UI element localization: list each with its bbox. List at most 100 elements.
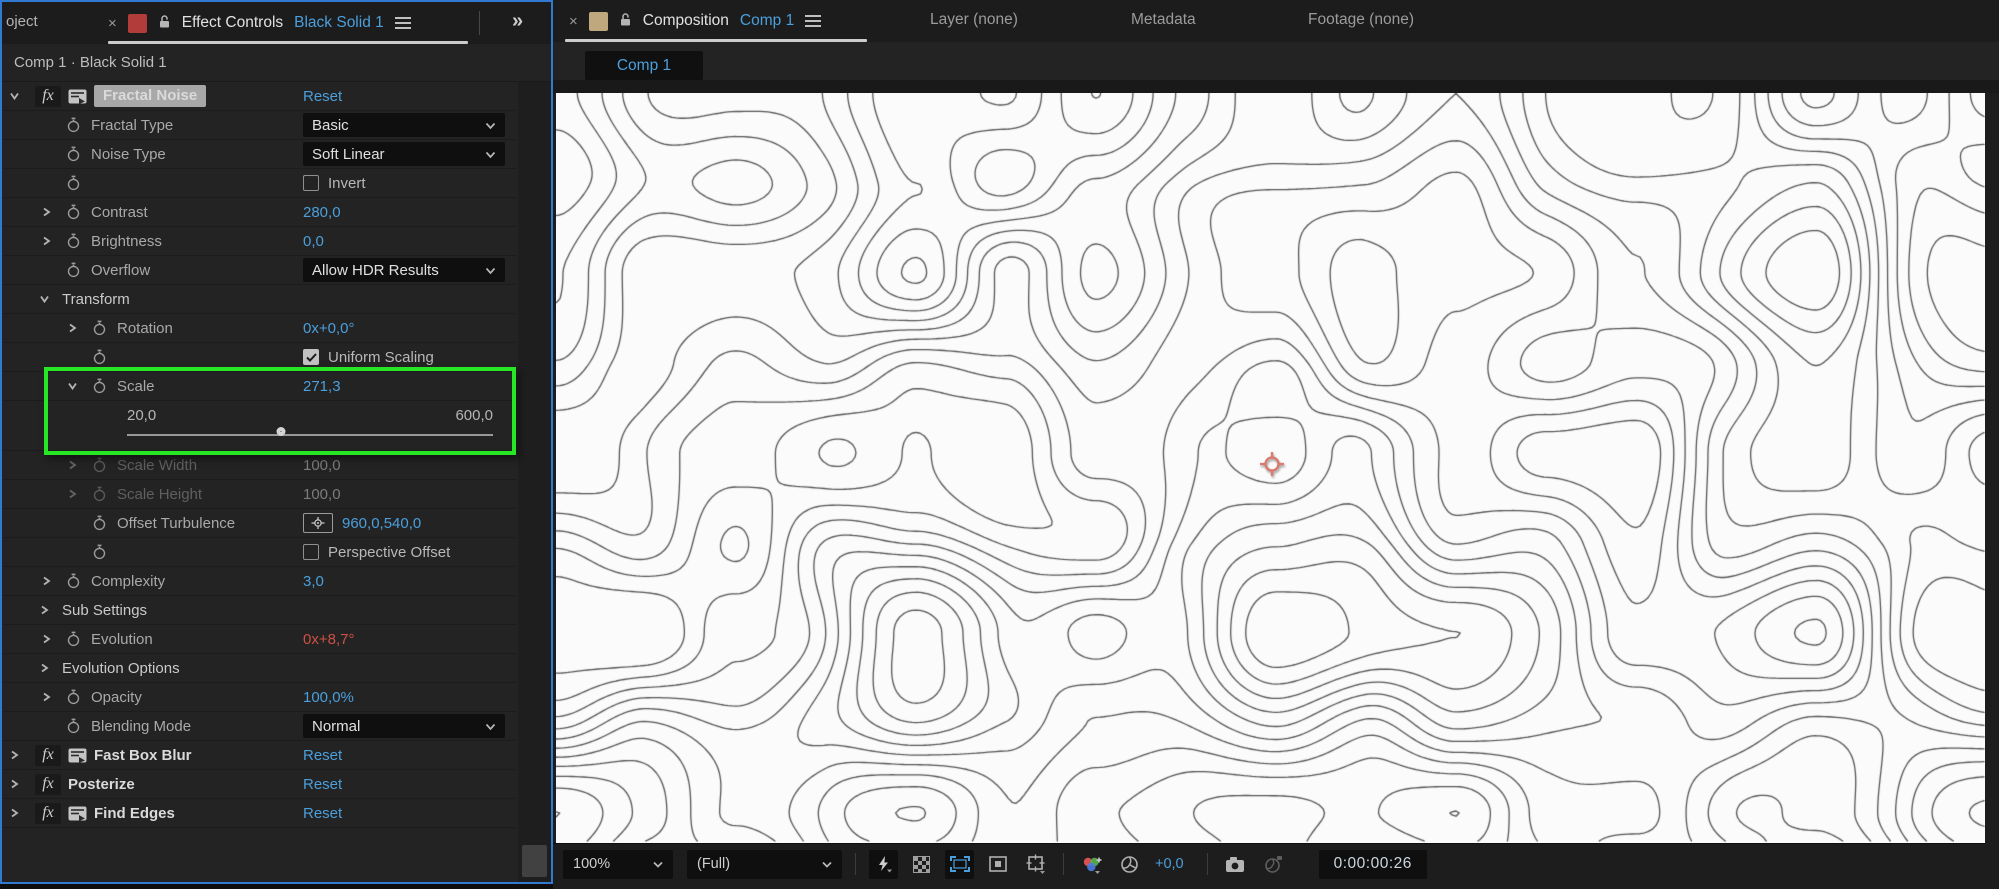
group-label[interactable]: Evolution Options (62, 660, 180, 677)
stopwatch-icon[interactable] (66, 233, 82, 249)
show-snapshot-icon[interactable] (1259, 850, 1288, 879)
tab-effect-controls[interactable]: × Effect Controls Black Solid 1 (108, 2, 411, 44)
property-row[interactable]: Perspective Offset (2, 538, 516, 567)
property-value[interactable]: 0x+0,0° (303, 320, 354, 337)
stopwatch-icon[interactable] (66, 175, 82, 191)
checkbox[interactable] (303, 349, 319, 365)
checkbox[interactable] (303, 544, 319, 560)
lock-icon[interactable] (619, 12, 632, 31)
expander-icon[interactable] (10, 776, 19, 793)
property-row[interactable]: Complexity 3,0 (2, 567, 516, 596)
property-value[interactable]: 100,0 (303, 457, 341, 474)
property-row[interactable]: Overflow Allow HDR Results (2, 256, 516, 285)
show-channels-icon[interactable] (1077, 850, 1106, 879)
group-row[interactable]: Transform (2, 285, 516, 314)
property-row[interactable]: Noise Type Soft Linear (2, 140, 516, 169)
stopwatch-icon[interactable] (92, 486, 108, 502)
property-row[interactable]: Contrast 280,0 (2, 198, 516, 227)
effect-name[interactable]: Fast Box Blur (94, 747, 192, 764)
stopwatch-icon[interactable] (66, 117, 82, 133)
scrollbar-track[interactable] (518, 82, 551, 882)
effect-row[interactable]: fx Fractal Noise Reset (2, 82, 516, 111)
group-row[interactable]: Sub Settings (2, 596, 516, 625)
reset-link[interactable]: Reset (303, 88, 342, 105)
property-row[interactable]: Brightness 0,0 (2, 227, 516, 256)
property-row[interactable]: Blending Mode Normal (2, 712, 516, 741)
property-row[interactable]: Scale Height 100,0 (2, 480, 516, 509)
snapshot-icon[interactable] (1221, 850, 1250, 879)
stopwatch-icon[interactable] (92, 320, 108, 336)
property-row[interactable]: Fractal Type Basic (2, 111, 516, 140)
expander-icon[interactable] (68, 486, 77, 503)
property-value[interactable]: 0x+8,7° (303, 631, 354, 648)
expander-icon[interactable] (42, 689, 51, 706)
expander-icon[interactable] (40, 602, 49, 619)
stopwatch-icon[interactable] (92, 544, 108, 560)
region-of-interest-icon[interactable] (945, 849, 974, 879)
control-point-button[interactable] (303, 513, 333, 533)
panel-menu-icon[interactable] (805, 15, 822, 27)
property-value[interactable]: 960,0,540,0 (342, 515, 421, 532)
expander-icon[interactable] (40, 660, 49, 677)
property-value[interactable]: 100,0 (303, 486, 341, 503)
group-row[interactable]: Evolution Options (2, 654, 516, 683)
property-row[interactable]: Invert (2, 169, 516, 198)
reset-link[interactable]: Reset (303, 747, 342, 764)
comp-1-tab[interactable]: Comp 1 (585, 51, 703, 80)
checkbox[interactable] (303, 175, 319, 191)
scrollbar-thumb[interactable] (522, 845, 547, 877)
expander-icon[interactable] (68, 457, 77, 474)
effect-name[interactable]: Fractal Noise (94, 85, 207, 107)
stopwatch-icon[interactable] (92, 515, 108, 531)
resolution-dropdown[interactable]: (Full) (687, 849, 842, 879)
expander-icon[interactable] (42, 204, 51, 221)
effect-row[interactable]: fx Fast Box Blur Reset (2, 741, 516, 770)
effect-control-point[interactable] (1259, 451, 1285, 477)
effect-name[interactable]: Posterize (68, 776, 135, 793)
expander-icon[interactable] (10, 747, 19, 764)
expander-icon[interactable] (42, 631, 51, 648)
close-icon[interactable]: × (569, 14, 578, 29)
property-row[interactable]: Scale Width 100,0 (2, 451, 516, 480)
transparency-grid-icon[interactable] (907, 850, 936, 879)
stopwatch-icon[interactable] (66, 262, 82, 278)
more-panels-icon[interactable]: » (512, 10, 523, 33)
expander-icon[interactable] (42, 233, 51, 250)
tab-composition[interactable]: × Composition Comp 1 (569, 0, 822, 42)
property-value[interactable]: 3,0 (303, 573, 324, 590)
effect-row[interactable]: fx Posterize Reset (2, 770, 516, 799)
effect-name[interactable]: Find Edges (94, 805, 175, 822)
tab-metadata[interactable]: Metadata (1131, 11, 1196, 29)
expander-icon[interactable] (42, 573, 51, 590)
effect-row[interactable]: fx Find Edges Reset (2, 799, 516, 828)
fast-preview-icon[interactable] (869, 849, 898, 879)
expander-icon[interactable] (10, 88, 19, 105)
property-dropdown[interactable]: Allow HDR Results (303, 258, 505, 282)
stopwatch-icon[interactable] (66, 631, 82, 647)
property-dropdown[interactable]: Basic (303, 113, 505, 137)
stopwatch-icon[interactable] (66, 573, 82, 589)
stopwatch-icon[interactable] (66, 146, 82, 162)
stopwatch-icon[interactable] (92, 457, 108, 473)
property-row[interactable]: Rotation 0x+0,0° (2, 314, 516, 343)
property-row[interactable]: Offset Turbulence 960,0,540,0 (2, 509, 516, 538)
expander-icon[interactable] (40, 291, 49, 308)
property-row[interactable]: Opacity 100,0% (2, 683, 516, 712)
group-label[interactable]: Transform (62, 291, 130, 308)
tab-footage[interactable]: Footage (none) (1308, 11, 1414, 29)
property-dropdown[interactable]: Normal (303, 714, 505, 738)
layer-color-swatch[interactable] (127, 13, 147, 33)
property-value[interactable]: 280,0 (303, 204, 341, 221)
close-icon[interactable]: × (108, 16, 117, 31)
group-label[interactable]: Sub Settings (62, 602, 147, 619)
lock-icon[interactable] (158, 14, 171, 33)
magnification-dropdown[interactable]: 100% (563, 849, 673, 879)
reset-link[interactable]: Reset (303, 776, 342, 793)
tab-project[interactable]: oject (6, 13, 38, 30)
property-row[interactable]: Evolution 0x+8,7° (2, 625, 516, 654)
panel-menu-icon[interactable] (394, 17, 411, 29)
tab-layer[interactable]: Layer (none) (930, 11, 1018, 29)
composition-viewport[interactable] (556, 93, 1985, 843)
comp-color-swatch[interactable] (588, 11, 608, 31)
view-options-icon[interactable] (1021, 850, 1050, 879)
